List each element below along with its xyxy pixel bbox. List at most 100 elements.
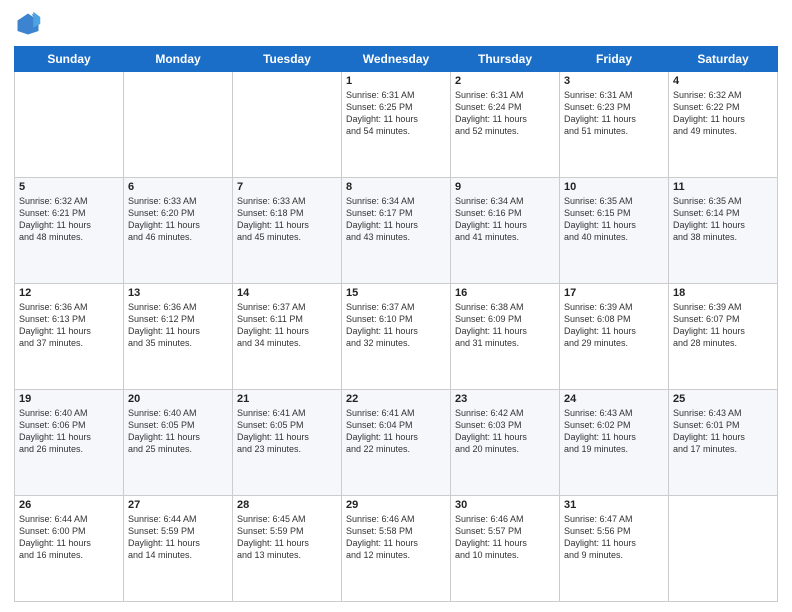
- day-number: 7: [237, 181, 337, 193]
- day-info: Sunrise: 6:31 AM Sunset: 6:24 PM Dayligh…: [455, 89, 555, 138]
- calendar-cell: 13Sunrise: 6:36 AM Sunset: 6:12 PM Dayli…: [124, 284, 233, 390]
- day-info: Sunrise: 6:31 AM Sunset: 6:23 PM Dayligh…: [564, 89, 664, 138]
- day-number: 18: [673, 287, 773, 299]
- calendar-cell: 3 Sunrise: 6:31 AM Sunset: 6:23 PM Daylig…: [560, 72, 669, 178]
- day-number: 30: [455, 499, 555, 511]
- calendar-cell: 28Sunrise: 6:45 AM Sunset: 5:59 PM Dayli…: [233, 496, 342, 602]
- calendar-header-row: SundayMondayTuesdayWednesdayThursdayFrid…: [15, 47, 778, 72]
- day-info: Sunrise: 6:35 AM Sunset: 6:15 PM Dayligh…: [564, 195, 664, 244]
- calendar-week-3: 12 Sunrise: 6:36 AM Sunset: 6:13 PM Dayli…: [15, 284, 778, 390]
- calendar-week-4: 19 Sunrise: 6:40 AM Sunset: 6:06 PM Dayli…: [15, 390, 778, 496]
- day-number: 3: [564, 75, 664, 87]
- day-info: Sunrise: 6:46 AM Sunset: 5:58 PM Dayligh…: [346, 513, 446, 562]
- calendar-cell: 15 Sunrise: 6:37 AM Sunset: 6:10 PM Dayli…: [342, 284, 451, 390]
- calendar-week-5: 26 Sunrise: 6:44 AM Sunset: 6:00 PM Dayli…: [15, 496, 778, 602]
- day-number: 31: [564, 499, 664, 511]
- day-number: 8: [346, 181, 446, 193]
- calendar-table: SundayMondayTuesdayWednesdayThursdayFrid…: [14, 46, 778, 602]
- day-info: Sunrise: 6:43 AM Sunset: 6:02 PM Dayligh…: [564, 407, 664, 456]
- day-number: 4: [673, 75, 773, 87]
- calendar-cell: 4 Sunrise: 6:32 AM Sunset: 6:22 PM Daylig…: [669, 72, 778, 178]
- calendar-header-monday: Monday: [124, 47, 233, 72]
- day-info: Sunrise: 6:32 AM Sunset: 6:22 PM Dayligh…: [673, 89, 773, 138]
- calendar-header-sunday: Sunday: [15, 47, 124, 72]
- calendar-cell: 22 Sunrise: 6:41 AM Sunset: 6:04 PM Dayli…: [342, 390, 451, 496]
- calendar-cell: 9Sunrise: 6:34 AM Sunset: 6:16 PM Daylig…: [451, 178, 560, 284]
- calendar-cell: 25 Sunrise: 6:43 AM Sunset: 6:01 PM Dayli…: [669, 390, 778, 496]
- calendar-cell: [233, 72, 342, 178]
- calendar-week-1: 1Sunrise: 6:31 AM Sunset: 6:25 PM Daylig…: [15, 72, 778, 178]
- calendar-cell: 24 Sunrise: 6:43 AM Sunset: 6:02 PM Dayli…: [560, 390, 669, 496]
- calendar-cell: 18 Sunrise: 6:39 AM Sunset: 6:07 PM Dayli…: [669, 284, 778, 390]
- day-info: Sunrise: 6:33 AM Sunset: 6:18 PM Dayligh…: [237, 195, 337, 244]
- day-info: Sunrise: 6:41 AM Sunset: 6:05 PM Dayligh…: [237, 407, 337, 456]
- day-number: 12: [19, 287, 119, 299]
- day-number: 22: [346, 393, 446, 405]
- day-number: 20: [128, 393, 228, 405]
- calendar-cell: 7 Sunrise: 6:33 AM Sunset: 6:18 PM Daylig…: [233, 178, 342, 284]
- day-info: Sunrise: 6:34 AM Sunset: 6:16 PM Dayligh…: [455, 195, 555, 244]
- calendar-cell: 2 Sunrise: 6:31 AM Sunset: 6:24 PM Daylig…: [451, 72, 560, 178]
- calendar-cell: [15, 72, 124, 178]
- day-info: Sunrise: 6:38 AM Sunset: 6:09 PM Dayligh…: [455, 301, 555, 350]
- day-info: Sunrise: 6:44 AM Sunset: 6:00 PM Dayligh…: [19, 513, 119, 562]
- page: SundayMondayTuesdayWednesdayThursdayFrid…: [0, 0, 792, 612]
- logo: [14, 10, 46, 38]
- calendar-cell: 6Sunrise: 6:33 AM Sunset: 6:20 PM Daylig…: [124, 178, 233, 284]
- header: [14, 10, 778, 38]
- day-number: 19: [19, 393, 119, 405]
- day-number: 11: [673, 181, 773, 193]
- calendar-cell: 30 Sunrise: 6:46 AM Sunset: 5:57 PM Dayli…: [451, 496, 560, 602]
- calendar-cell: 11Sunrise: 6:35 AM Sunset: 6:14 PM Dayli…: [669, 178, 778, 284]
- day-info: Sunrise: 6:39 AM Sunset: 6:07 PM Dayligh…: [673, 301, 773, 350]
- calendar-cell: 21 Sunrise: 6:41 AM Sunset: 6:05 PM Dayli…: [233, 390, 342, 496]
- day-number: 2: [455, 75, 555, 87]
- day-number: 16: [455, 287, 555, 299]
- calendar-cell: 14Sunrise: 6:37 AM Sunset: 6:11 PM Dayli…: [233, 284, 342, 390]
- day-number: 27: [128, 499, 228, 511]
- calendar-cell: 26 Sunrise: 6:44 AM Sunset: 6:00 PM Dayli…: [15, 496, 124, 602]
- day-info: Sunrise: 6:36 AM Sunset: 6:12 PM Dayligh…: [128, 301, 228, 350]
- day-number: 14: [237, 287, 337, 299]
- calendar-header-wednesday: Wednesday: [342, 47, 451, 72]
- logo-icon: [14, 10, 42, 38]
- day-info: Sunrise: 6:40 AM Sunset: 6:06 PM Dayligh…: [19, 407, 119, 456]
- day-info: Sunrise: 6:40 AM Sunset: 6:05 PM Dayligh…: [128, 407, 228, 456]
- day-info: Sunrise: 6:39 AM Sunset: 6:08 PM Dayligh…: [564, 301, 664, 350]
- day-number: 15: [346, 287, 446, 299]
- calendar-cell: 23Sunrise: 6:42 AM Sunset: 6:03 PM Dayli…: [451, 390, 560, 496]
- day-number: 17: [564, 287, 664, 299]
- day-info: Sunrise: 6:34 AM Sunset: 6:17 PM Dayligh…: [346, 195, 446, 244]
- day-info: Sunrise: 6:37 AM Sunset: 6:10 PM Dayligh…: [346, 301, 446, 350]
- calendar-cell: 31Sunrise: 6:47 AM Sunset: 5:56 PM Dayli…: [560, 496, 669, 602]
- calendar-cell: 16 Sunrise: 6:38 AM Sunset: 6:09 PM Dayli…: [451, 284, 560, 390]
- day-info: Sunrise: 6:32 AM Sunset: 6:21 PM Dayligh…: [19, 195, 119, 244]
- day-info: Sunrise: 6:46 AM Sunset: 5:57 PM Dayligh…: [455, 513, 555, 562]
- calendar-cell: 29 Sunrise: 6:46 AM Sunset: 5:58 PM Dayli…: [342, 496, 451, 602]
- calendar-cell: [669, 496, 778, 602]
- day-number: 5: [19, 181, 119, 193]
- day-info: Sunrise: 6:41 AM Sunset: 6:04 PM Dayligh…: [346, 407, 446, 456]
- calendar-header-thursday: Thursday: [451, 47, 560, 72]
- calendar-cell: 10Sunrise: 6:35 AM Sunset: 6:15 PM Dayli…: [560, 178, 669, 284]
- day-number: 29: [346, 499, 446, 511]
- day-info: Sunrise: 6:44 AM Sunset: 5:59 PM Dayligh…: [128, 513, 228, 562]
- day-number: 1: [346, 75, 446, 87]
- calendar-cell: 27 Sunrise: 6:44 AM Sunset: 5:59 PM Dayli…: [124, 496, 233, 602]
- calendar-cell: 12 Sunrise: 6:36 AM Sunset: 6:13 PM Dayli…: [15, 284, 124, 390]
- calendar-cell: 5 Sunrise: 6:32 AM Sunset: 6:21 PM Daylig…: [15, 178, 124, 284]
- calendar-header-friday: Friday: [560, 47, 669, 72]
- day-number: 21: [237, 393, 337, 405]
- day-number: 25: [673, 393, 773, 405]
- calendar-cell: [124, 72, 233, 178]
- calendar-header-saturday: Saturday: [669, 47, 778, 72]
- calendar-cell: 17 Sunrise: 6:39 AM Sunset: 6:08 PM Dayli…: [560, 284, 669, 390]
- day-number: 24: [564, 393, 664, 405]
- calendar-week-2: 5 Sunrise: 6:32 AM Sunset: 6:21 PM Daylig…: [15, 178, 778, 284]
- calendar-header-tuesday: Tuesday: [233, 47, 342, 72]
- day-info: Sunrise: 6:42 AM Sunset: 6:03 PM Dayligh…: [455, 407, 555, 456]
- day-info: Sunrise: 6:36 AM Sunset: 6:13 PM Dayligh…: [19, 301, 119, 350]
- day-info: Sunrise: 6:43 AM Sunset: 6:01 PM Dayligh…: [673, 407, 773, 456]
- calendar-cell: 19 Sunrise: 6:40 AM Sunset: 6:06 PM Dayli…: [15, 390, 124, 496]
- day-number: 26: [19, 499, 119, 511]
